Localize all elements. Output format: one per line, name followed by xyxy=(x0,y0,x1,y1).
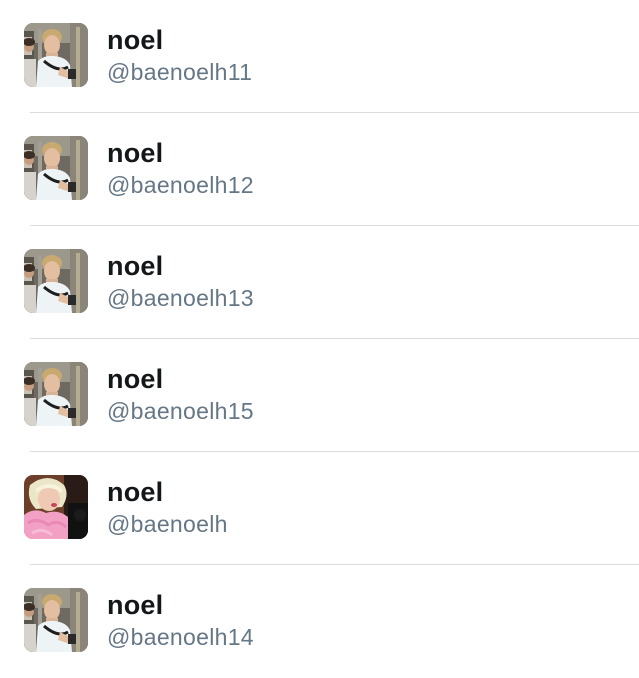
display-name[interactable]: noel xyxy=(107,363,163,395)
account-list: noel @baenoelh11 noel @baenoelh12 noel @… xyxy=(0,0,639,676)
account-row[interactable]: noel @baenoelh14 xyxy=(0,565,639,678)
account-row[interactable]: noel @baenoelh11 xyxy=(0,0,639,113)
account-row[interactable]: noel @baenoelh xyxy=(0,452,639,565)
avatar[interactable] xyxy=(24,136,88,200)
account-row[interactable]: noel @baenoelh13 xyxy=(0,226,639,339)
display-name[interactable]: noel xyxy=(107,589,163,621)
avatar[interactable] xyxy=(24,362,88,426)
username[interactable]: @baenoelh13 xyxy=(107,284,254,312)
display-name[interactable]: noel xyxy=(107,250,163,282)
username[interactable]: @baenoelh14 xyxy=(107,623,254,651)
display-name[interactable]: noel xyxy=(107,137,163,169)
account-row[interactable]: noel @baenoelh15 xyxy=(0,339,639,452)
avatar[interactable] xyxy=(24,475,88,539)
username[interactable]: @baenoelh xyxy=(107,510,228,538)
username[interactable]: @baenoelh15 xyxy=(107,397,254,425)
avatar[interactable] xyxy=(24,588,88,652)
account-row[interactable]: noel @baenoelh12 xyxy=(0,113,639,226)
display-name[interactable]: noel xyxy=(107,476,163,508)
display-name[interactable]: noel xyxy=(107,24,163,56)
avatar[interactable] xyxy=(24,249,88,313)
username[interactable]: @baenoelh12 xyxy=(107,171,254,199)
username[interactable]: @baenoelh11 xyxy=(107,58,252,86)
avatar[interactable] xyxy=(24,23,88,87)
